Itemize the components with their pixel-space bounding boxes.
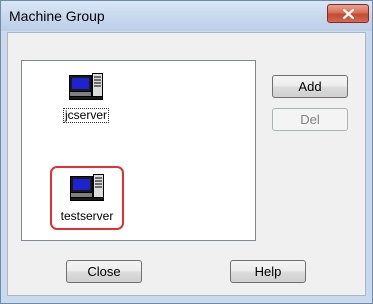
title-bar[interactable]: Machine Group <box>1 1 372 31</box>
close-button[interactable]: Close <box>66 260 142 283</box>
dialog-body: jcserver testserver Add Del Close Help <box>7 32 366 296</box>
machine-group-dialog: Machine Group jcserver testserver Add De… <box>0 0 373 304</box>
del-button[interactable]: Del <box>272 108 348 131</box>
help-button[interactable]: Help <box>230 260 306 283</box>
machine-item-testserver[interactable]: testserver <box>50 166 124 230</box>
window-close-button[interactable] <box>327 4 369 23</box>
add-button[interactable]: Add <box>272 75 348 98</box>
computer-icon <box>69 73 103 100</box>
machine-label: testserver <box>60 209 114 223</box>
dialog-title: Machine Group <box>9 8 105 24</box>
close-icon <box>343 9 354 19</box>
machine-label: jcserver <box>62 108 109 123</box>
machine-item-jcserver[interactable]: jcserver <box>50 71 122 124</box>
machine-list[interactable]: jcserver testserver <box>21 60 256 241</box>
computer-icon <box>70 174 104 201</box>
